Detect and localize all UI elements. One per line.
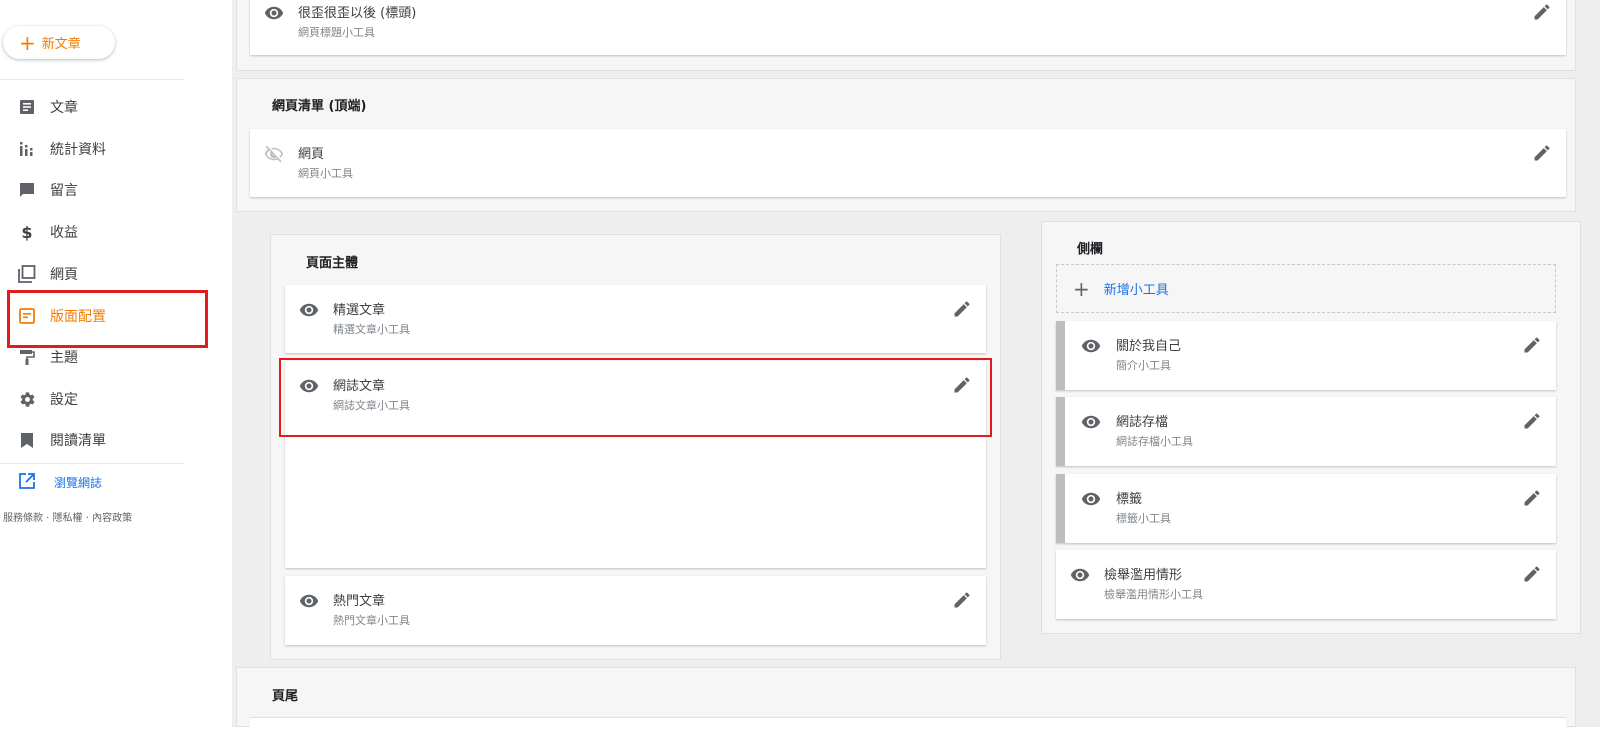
section-title: 側欄: [1077, 242, 1104, 257]
add-widget-button[interactable]: + 新增小工具: [1056, 264, 1556, 313]
widget-subtitle: 熱門文章小工具: [333, 614, 410, 627]
paint-roller-icon: [18, 348, 36, 366]
edit-pencil-icon[interactable]: [1522, 564, 1542, 584]
pages-widget[interactable]: 網頁 網頁小工具: [250, 129, 1566, 197]
sidebar-item-earnings[interactable]: $ 收益: [0, 213, 200, 251]
labels-widget[interactable]: 標籤 標籤小工具: [1056, 474, 1556, 543]
widget-subtitle: 簡介小工具: [1116, 359, 1171, 372]
widget-subtitle: 網誌存檔小工具: [1116, 435, 1193, 448]
comments-icon: [18, 181, 36, 199]
footer-widget-edge: [250, 717, 1566, 727]
gear-icon: [18, 390, 36, 408]
footer-links[interactable]: 服務條款 · 隱私權 · 內容政策: [3, 509, 132, 524]
sidebar-item-comments[interactable]: 留言: [0, 171, 200, 209]
about-me-widget[interactable]: 關於我自己 簡介小工具: [1056, 321, 1556, 390]
sidebar-item-label: 主題: [50, 350, 78, 366]
layout-editor: 很歪很歪以後 (標頭) 網頁標題小工具 網頁清單 (頂端) 網頁 網頁小工具 頁…: [232, 0, 1600, 754]
sidebar-item-pages[interactable]: 網頁: [0, 255, 200, 293]
view-blog-label: 瀏覽網誌: [54, 476, 103, 490]
edit-pencil-icon[interactable]: [1532, 143, 1552, 163]
sidebar-item-label: 文章: [50, 100, 78, 116]
eye-icon[interactable]: [1081, 336, 1101, 356]
plus-icon: +: [1073, 276, 1090, 301]
sidebar-item-settings[interactable]: 設定: [0, 380, 200, 418]
open-in-new-icon: [18, 472, 36, 493]
section-title: 頁尾: [272, 689, 299, 704]
new-post-button[interactable]: + 新文章: [3, 26, 115, 59]
widget-subtitle: 精選文章小工具: [333, 323, 410, 336]
edit-pencil-icon[interactable]: [1532, 2, 1552, 22]
sidebar-item-label: 統計資料: [50, 142, 106, 158]
eye-off-icon[interactable]: [264, 144, 284, 164]
sidebar-item-stats[interactable]: 統計資料: [0, 130, 200, 168]
widget-title: 很歪很歪以後 (標頭): [298, 6, 417, 21]
widget-title: 精選文章: [333, 303, 386, 318]
sidebar-divider: [0, 79, 184, 80]
sidebar-item-label: 收益: [50, 225, 78, 241]
widget-subtitle: 標籤小工具: [1116, 512, 1171, 525]
widget-subtitle: 網頁小工具: [298, 167, 353, 180]
sidebar-item-label: 網頁: [50, 267, 78, 283]
sidebar-item-posts[interactable]: 文章: [0, 88, 200, 126]
widget-title: 熱門文章: [333, 594, 386, 609]
eye-icon[interactable]: [1081, 412, 1101, 432]
eye-icon[interactable]: [264, 3, 284, 23]
widget-title: 網頁: [298, 147, 325, 162]
widget-title: 標籤: [1116, 492, 1143, 507]
popular-posts-widget[interactable]: 熱門文章 熱門文章小工具: [285, 576, 986, 645]
section-title: 頁面主體: [306, 256, 359, 271]
add-widget-label: 新增小工具: [1103, 283, 1169, 298]
widget-subtitle: 網頁標題小工具: [298, 26, 375, 39]
bookmark-icon: [18, 431, 36, 449]
blog-archive-widget[interactable]: 網誌存檔 網誌存檔小工具: [1056, 397, 1556, 466]
eye-icon[interactable]: [299, 591, 319, 611]
edit-pencil-icon[interactable]: [1522, 488, 1542, 508]
edit-pencil-icon[interactable]: [1522, 335, 1542, 355]
report-abuse-widget[interactable]: 檢舉濫用情形 檢舉濫用情形小工具: [1056, 550, 1556, 619]
widget-subtitle: 檢舉濫用情形小工具: [1104, 588, 1203, 601]
eye-icon[interactable]: [1070, 565, 1090, 585]
section-title: 網頁清單 (頂端): [272, 99, 367, 114]
sidebar-item-reading-list[interactable]: 閱讀清單: [0, 421, 200, 459]
earnings-icon: $: [21, 222, 33, 242]
view-blog-link[interactable]: 瀏覽網誌: [18, 472, 102, 493]
drag-handle[interactable]: [1056, 474, 1065, 543]
left-sidebar: + 新文章 文章 統計資料 留言 $ 收益 網頁 版面配置 主題 設定 閱讀清單: [0, 0, 232, 754]
drag-handle[interactable]: [1056, 321, 1065, 390]
sidebar-item-label: 留言: [50, 183, 78, 199]
edit-pencil-icon[interactable]: [952, 590, 972, 610]
drag-handle[interactable]: [1056, 397, 1065, 466]
widget-title: 檢舉濫用情形: [1104, 568, 1183, 583]
plus-icon: +: [19, 30, 36, 55]
widget-title: 關於我自己: [1116, 339, 1182, 354]
stats-icon: [18, 140, 36, 158]
featured-post-widget[interactable]: 精選文章 精選文章小工具: [285, 285, 986, 353]
header-widget[interactable]: 很歪很歪以後 (標頭) 網頁標題小工具: [250, 0, 1566, 55]
eye-icon[interactable]: [299, 300, 319, 320]
highlight-blog-posts-widget: [279, 358, 992, 437]
sidebar-item-theme[interactable]: 主題: [0, 338, 200, 376]
widget-title: 網誌存檔: [1116, 415, 1169, 430]
sidebar-item-label: 閱讀清單: [50, 433, 106, 449]
edit-pencil-icon[interactable]: [1522, 411, 1542, 431]
posts-icon: [18, 98, 36, 116]
bottom-blank-area: [232, 727, 1600, 754]
edit-pencil-icon[interactable]: [952, 299, 972, 319]
pages-icon: [18, 265, 36, 283]
new-post-label: 新文章: [41, 37, 81, 52]
eye-icon[interactable]: [1081, 489, 1101, 509]
sidebar-item-label: 設定: [50, 392, 78, 408]
sidebar-divider: [0, 463, 184, 464]
